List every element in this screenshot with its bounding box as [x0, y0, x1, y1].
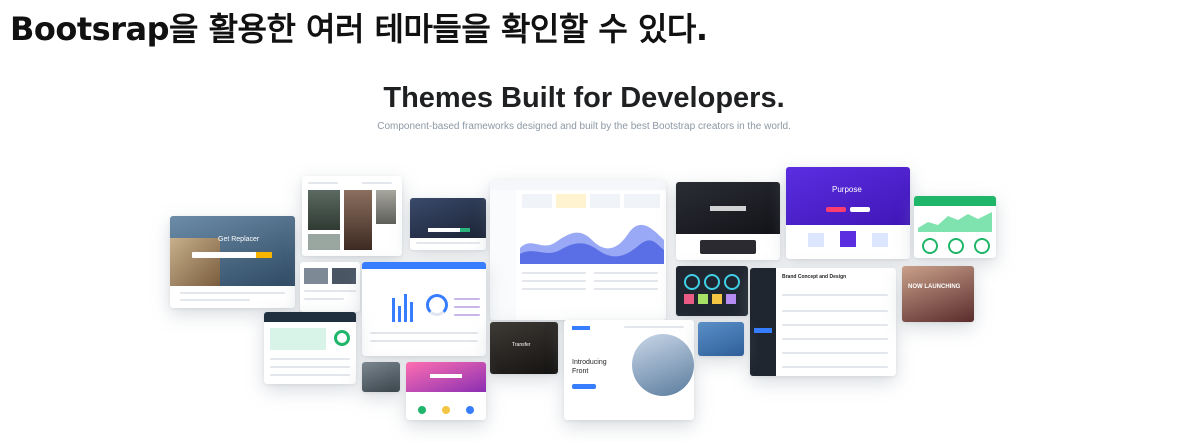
theme-thumbnail-project[interactable]: Brand Concept and Design	[750, 268, 896, 376]
launch-title: NOW LAUNCHING	[908, 284, 961, 290]
theme-thumbnail-launch[interactable]: NOW LAUNCHING	[902, 266, 974, 322]
theme-thumbnail-food[interactable]: Transfer	[490, 322, 558, 374]
theme-thumbnail-pink[interactable]	[406, 362, 486, 420]
theme-thumbnail-analytics[interactable]	[264, 312, 356, 384]
purpose-title: Purpose	[832, 185, 862, 194]
theme-thumbnail-admin[interactable]	[362, 262, 486, 356]
replacer-title: Get Replacer	[218, 236, 260, 243]
theme-thumbnail-blog[interactable]	[302, 176, 402, 256]
project-title: Brand Concept and Design	[782, 274, 847, 280]
theme-thumbnail-dark-hero[interactable]	[410, 198, 486, 250]
theme-thumbnail-front[interactable]: Introducing Front	[564, 320, 694, 420]
theme-thumbnail-purpose[interactable]: Purpose	[786, 167, 910, 259]
theme-collage: Get Replacer Purpose Brand Concept and D…	[0, 0, 1204, 442]
food-title: Transfer	[512, 342, 531, 348]
green-area-chart	[918, 212, 992, 232]
wave-chart	[520, 224, 664, 264]
theme-thumbnail-green-analytics[interactable]	[914, 196, 996, 258]
theme-thumbnail-dashboard-wave[interactable]	[490, 180, 666, 320]
theme-thumbnail-mobile[interactable]	[300, 262, 360, 312]
theme-thumbnail-dark-dashboard[interactable]	[676, 266, 748, 316]
theme-thumbnail-photo[interactable]	[362, 362, 400, 392]
theme-thumbnail-replacer[interactable]: Get Replacer	[170, 216, 295, 308]
theme-thumbnail-blue[interactable]	[698, 322, 744, 356]
theme-thumbnail-laptop[interactable]	[676, 182, 780, 260]
front-title: Introducing Front	[572, 359, 607, 375]
